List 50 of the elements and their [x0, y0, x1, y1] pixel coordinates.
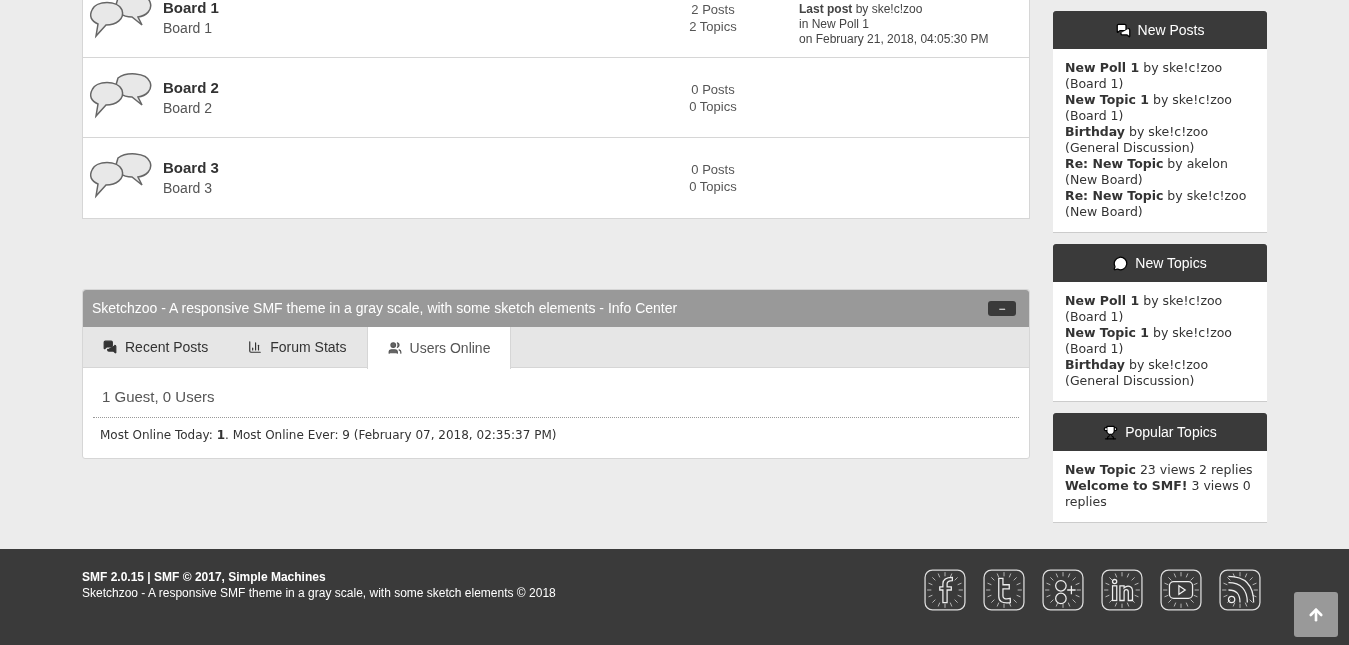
social-icon[interactable]	[1160, 569, 1202, 611]
social-icon[interactable]	[1101, 569, 1143, 611]
last-post-info: on February 21, 2018, 04:05:30 PM	[799, 32, 989, 47]
trophy-icon	[1103, 424, 1119, 440]
board-title[interactable]: Board 3	[163, 158, 643, 178]
chat-icon	[1115, 22, 1131, 38]
last-post-info: in New Poll 1	[799, 17, 871, 32]
scroll-top-button[interactable]	[1294, 592, 1338, 637]
chat-icon	[103, 340, 117, 354]
collapse-button[interactable]: −	[988, 301, 1016, 316]
sidebar-entry[interactable]: New Poll 1 by ske!c!zoo (Board 1)	[1065, 60, 1255, 92]
sidebar-entry[interactable]: Welcome to SMF! 3 views 0 replies	[1065, 478, 1255, 510]
sidebar-entry[interactable]: Birthday by ske!c!zoo (General Discussion)	[1065, 357, 1255, 389]
sidebar-entry[interactable]: New Topic 1 by ske!c!zoo (Board 1)	[1065, 325, 1255, 357]
panel-title: New Topics	[1135, 253, 1207, 273]
sidebar-entry[interactable]: New Poll 1 by ske!c!zoo (Board 1)	[1065, 293, 1255, 325]
sidebar-entry[interactable]: Re: New Topic by ske!c!zoo (New Board)	[1065, 188, 1255, 220]
tab[interactable]: Forum Stats	[228, 327, 367, 367]
sidebar-entry[interactable]: Birthday by ske!c!zoo (General Discussion)	[1065, 124, 1255, 156]
sidebar-entry[interactable]: Re: New Topic by akelon (New Board)	[1065, 156, 1255, 188]
footer-credits: SMF 2.0.15 | SMF © 2017, Simple Machines	[82, 569, 327, 586]
board-description: Board 3	[163, 179, 214, 198]
panel-title: New Posts	[1137, 20, 1205, 40]
topic-count: 2 Topics	[689, 17, 737, 35]
most-online-text: Most Online Today: 1. Most Online Ever: 9 (February 07, 2018, 02:35:37 PM)	[99, 426, 558, 444]
board-description: Board 1	[163, 18, 214, 38]
footer-theme-credit: Sketchzoo - A responsive SMF theme in a gray scale, with some sketch elements © 2018	[82, 586, 556, 601]
panel-title: Popular Topics	[1125, 422, 1217, 442]
social-icon[interactable]	[983, 569, 1025, 611]
tab[interactable]: Recent Posts	[83, 327, 229, 367]
topic-count: 0 Topics	[689, 178, 737, 195]
bar-chart-icon	[248, 340, 263, 354]
speech-bubble-icon	[1113, 255, 1129, 271]
post-count: 0 Posts	[691, 80, 735, 98]
board-description: Board 2	[163, 98, 214, 118]
social-icon[interactable]	[924, 569, 966, 611]
users-icon	[387, 341, 402, 355]
board-title[interactable]: Board 1	[163, 0, 643, 18]
topic-count: 0 Topics	[689, 97, 737, 115]
sidebar-entry[interactable]: New Topic 23 views 2 replies	[1065, 462, 1255, 478]
post-count: 0 Posts	[691, 161, 735, 178]
social-icon[interactable]	[1219, 569, 1261, 611]
social-icon[interactable]	[1042, 569, 1084, 611]
panel-title: Sketchzoo - A responsive SMF theme in a gray scale, with some sketch elements - Info Center	[92, 299, 678, 318]
tab[interactable]: Users Online	[366, 327, 512, 369]
sidebar-entry[interactable]: New Topic 1 by ske!c!zoo (Board 1)	[1065, 92, 1255, 124]
users-online-count: 1 Guest, 0 Users	[93, 386, 1019, 418]
last-post-info: Last post by ske!c!zoo	[799, 2, 924, 17]
board-title[interactable]: Board 2	[163, 77, 643, 98]
post-count: 2 Posts	[691, 0, 735, 18]
